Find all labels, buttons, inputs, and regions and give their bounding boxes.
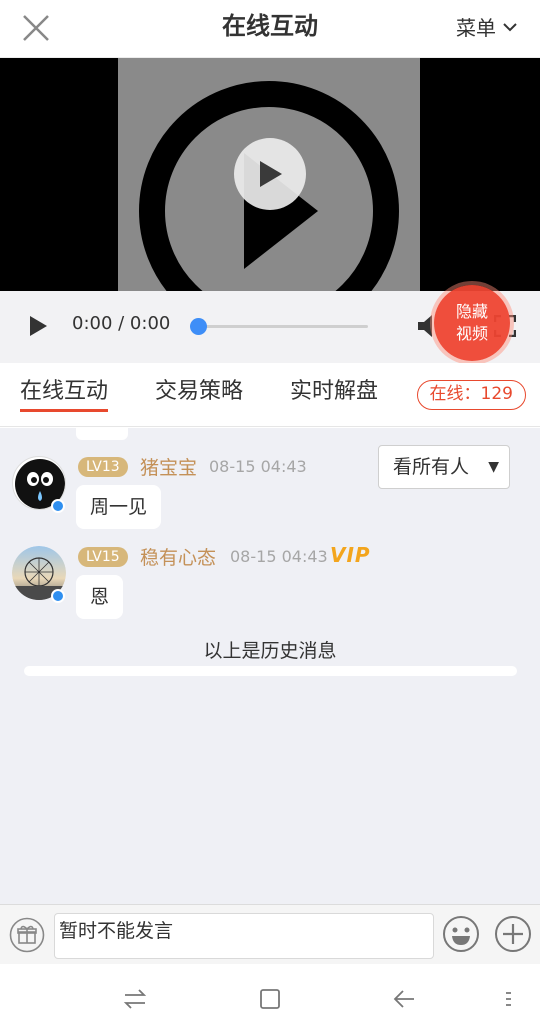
tab-trading-strategy[interactable]: 交易策略	[155, 377, 243, 407]
dropdown-arrow-icon: ▼	[488, 459, 499, 475]
menu-button[interactable]: 菜单	[456, 10, 518, 42]
home-icon[interactable]	[257, 986, 283, 1016]
chat-area[interactable]: LV13 猪宝宝 08-15 04:43 周一见 看所有人 ▼ LV15 稳有心…	[0, 428, 540, 904]
hide-video-label-1: 隐藏	[455, 302, 488, 321]
switch-apps-icon[interactable]	[122, 986, 148, 1016]
online-dot	[51, 589, 65, 603]
input-bar: 暂时不能发言	[0, 904, 540, 964]
username[interactable]: 稳有心态	[140, 543, 216, 570]
progress-knob[interactable]	[190, 318, 207, 335]
tab-bar: 在线互动 交易策略 实时解盘 在线：129	[0, 363, 540, 427]
filter-selected: 看所有人	[393, 456, 470, 478]
system-navigation-bar	[0, 964, 540, 1036]
tab-online-interaction[interactable]: 在线互动	[20, 377, 109, 412]
emoji-icon[interactable]	[442, 915, 480, 957]
time-readout: 0:00 / 0:00	[72, 313, 171, 334]
plus-icon[interactable]	[494, 915, 532, 957]
gift-icon[interactable]	[9, 917, 45, 957]
play-icon[interactable]	[28, 315, 48, 341]
back-icon[interactable]	[391, 986, 417, 1016]
level-badge: LV15	[78, 547, 128, 567]
vip-badge: VIP	[330, 543, 371, 567]
message-input[interactable]: 暂时不能发言	[54, 913, 434, 959]
partial-message-bubble	[76, 428, 128, 440]
welcome-banner	[24, 666, 517, 676]
progress-track[interactable]	[198, 325, 368, 328]
top-bar: 在线互动 菜单	[0, 0, 540, 58]
level-badge: LV13	[78, 457, 128, 477]
message-time: 08-15 04:43	[230, 547, 328, 566]
play-overlay-button[interactable]	[234, 138, 306, 210]
chevron-down-icon	[502, 14, 518, 38]
history-notice: 以上是历史消息	[203, 640, 337, 662]
menu-label: 菜单	[456, 15, 496, 40]
message-filter-select[interactable]: 看所有人 ▼	[378, 445, 510, 489]
menu-icon[interactable]	[502, 986, 514, 1016]
message-bubble: 周一见	[76, 485, 162, 529]
tab-live-analysis[interactable]: 实时解盘	[290, 377, 378, 407]
hide-video-button[interactable]: 隐藏 视频	[434, 285, 510, 361]
message-bubble: 恩	[76, 575, 124, 619]
hide-video-label-2: 视频	[455, 324, 488, 343]
video-player[interactable]	[0, 58, 540, 291]
online-count-badge: 在线：129	[416, 380, 526, 410]
message-time: 08-15 04:43	[209, 457, 307, 476]
username[interactable]: 猪宝宝	[140, 453, 197, 480]
online-dot	[51, 499, 65, 513]
